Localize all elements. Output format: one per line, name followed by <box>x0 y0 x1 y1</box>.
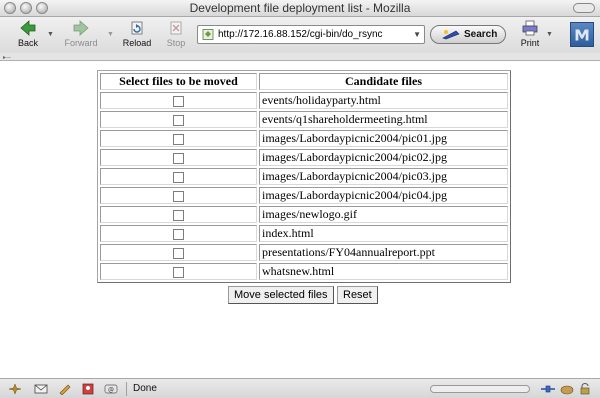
address-book-icon[interactable] <box>81 383 95 395</box>
table-header-row: Select files to be moved Candidate files <box>100 73 508 90</box>
file-name-cell: events/holidayparty.html <box>259 92 508 109</box>
mozilla-logo-icon[interactable] <box>570 22 594 47</box>
table-row: images/Labordaypicnic2004/pic04.jpg <box>100 187 508 204</box>
back-label: Back <box>17 38 38 48</box>
checkbox-cell <box>100 206 257 223</box>
online-status-icon[interactable] <box>540 383 556 395</box>
file-selection-table: Select files to be moved Candidate files… <box>97 70 511 283</box>
security-lock-icon[interactable] <box>578 383 592 395</box>
search-label: Search <box>464 29 498 40</box>
table-row: images/Labordaypicnic2004/pic02.jpg <box>100 149 508 166</box>
checkbox-cell <box>100 168 257 185</box>
toolbar-grip-bar: ▸ ····· <box>0 53 600 61</box>
printer-icon <box>522 20 538 36</box>
select-column-header: Select files to be moved <box>100 73 257 90</box>
url-history-dropdown-icon[interactable]: ▼ <box>413 26 421 43</box>
window-title: Development file deployment list - Mozil… <box>189 1 411 15</box>
move-selected-files-button[interactable]: Move selected files <box>228 286 334 304</box>
reload-label: Reload <box>122 38 152 48</box>
checkbox-cell <box>100 130 257 147</box>
stop-icon <box>170 21 182 35</box>
checkbox-cell <box>100 187 257 204</box>
table-row: presentations/FY04annualreport.ppt <box>100 244 508 261</box>
svg-text:@: @ <box>108 387 114 394</box>
grip-handle-icon[interactable]: ▸ ····· <box>3 54 12 61</box>
file-checkbox[interactable] <box>173 152 184 164</box>
stop-button[interactable]: Stop <box>161 19 191 51</box>
checkbox-cell <box>100 111 257 128</box>
file-name-cell: presentations/FY04annualreport.ppt <box>259 244 508 261</box>
site-page-icon <box>202 29 214 40</box>
file-checkbox[interactable] <box>173 114 184 126</box>
mozilla-m-icon <box>575 29 589 41</box>
url-field[interactable]: http://172.16.88.152/cgi-bin/do_rsync ▼ <box>197 25 425 44</box>
page-content: Select files to be moved Candidate files… <box>0 61 600 378</box>
reset-button[interactable]: Reset <box>337 286 378 304</box>
title-bar: Development file deployment list - Mozil… <box>0 0 600 17</box>
file-checkbox[interactable] <box>173 190 184 202</box>
print-options-dropdown[interactable]: ▼ <box>546 31 553 38</box>
file-checkbox[interactable] <box>173 133 184 145</box>
status-text: Done <box>133 383 157 394</box>
print-button[interactable]: Print <box>516 19 544 51</box>
file-name-cell: index.html <box>259 225 508 242</box>
back-history-dropdown[interactable]: ▼ <box>47 31 54 38</box>
reload-button[interactable]: Reload <box>119 19 155 51</box>
url-text: http://172.16.88.152/cgi-bin/do_rsync <box>218 29 383 40</box>
table-row: events/q1shareholdermeeting.html <box>100 111 508 128</box>
forward-arrow-icon <box>73 20 89 36</box>
checkbox-cell <box>100 263 257 280</box>
status-bar: @ Done <box>0 378 600 398</box>
checkbox-cell <box>100 149 257 166</box>
navigator-icon[interactable] <box>8 383 22 395</box>
print-label: Print <box>520 38 540 48</box>
file-name-cell: images/Labordaypicnic2004/pic03.jpg <box>259 168 508 185</box>
irc-chat-icon[interactable]: @ <box>104 383 118 395</box>
file-name-cell: images/Labordaypicnic2004/pic04.jpg <box>259 187 508 204</box>
table-row: images/Labordaypicnic2004/pic03.jpg <box>100 168 508 185</box>
file-checkbox[interactable] <box>173 209 184 221</box>
stop-label: Stop <box>166 38 186 48</box>
file-checkbox[interactable] <box>173 247 184 259</box>
table-row: images/Labordaypicnic2004/pic01.jpg <box>100 130 508 147</box>
status-divider <box>126 382 127 396</box>
checkbox-cell <box>100 244 257 261</box>
back-arrow-icon <box>20 20 36 36</box>
file-name-cell: images/Labordaypicnic2004/pic02.jpg <box>259 149 508 166</box>
file-checkbox[interactable] <box>173 228 184 240</box>
forward-history-dropdown[interactable]: ▼ <box>107 31 114 38</box>
cookie-icon[interactable] <box>560 383 574 395</box>
table-row: index.html <box>100 225 508 242</box>
table-row: events/holidayparty.html <box>100 92 508 109</box>
composer-icon[interactable] <box>58 383 72 395</box>
file-name-cell: events/q1shareholdermeeting.html <box>259 111 508 128</box>
progress-meter <box>430 385 530 393</box>
file-name-cell: images/newlogo.gif <box>259 206 508 223</box>
table-row: images/newlogo.gif <box>100 206 508 223</box>
search-icon <box>442 30 460 40</box>
file-checkbox[interactable] <box>173 95 184 107</box>
mail-icon[interactable] <box>34 383 48 395</box>
file-checkbox[interactable] <box>173 266 184 278</box>
back-button[interactable]: Back <box>10 19 46 51</box>
search-button[interactable]: Search <box>430 25 506 44</box>
files-column-header: Candidate files <box>259 73 508 90</box>
forward-button[interactable]: Forward <box>60 19 102 51</box>
file-name-cell: whatsnew.html <box>259 263 508 280</box>
checkbox-cell <box>100 92 257 109</box>
table-row: whatsnew.html <box>100 263 508 280</box>
file-checkbox[interactable] <box>173 171 184 183</box>
forward-label: Forward <box>64 38 98 48</box>
reload-icon <box>131 21 143 35</box>
file-name-cell: images/Labordaypicnic2004/pic01.jpg <box>259 130 508 147</box>
toolbar-toggle-button[interactable] <box>573 3 595 13</box>
checkbox-cell <box>100 225 257 242</box>
